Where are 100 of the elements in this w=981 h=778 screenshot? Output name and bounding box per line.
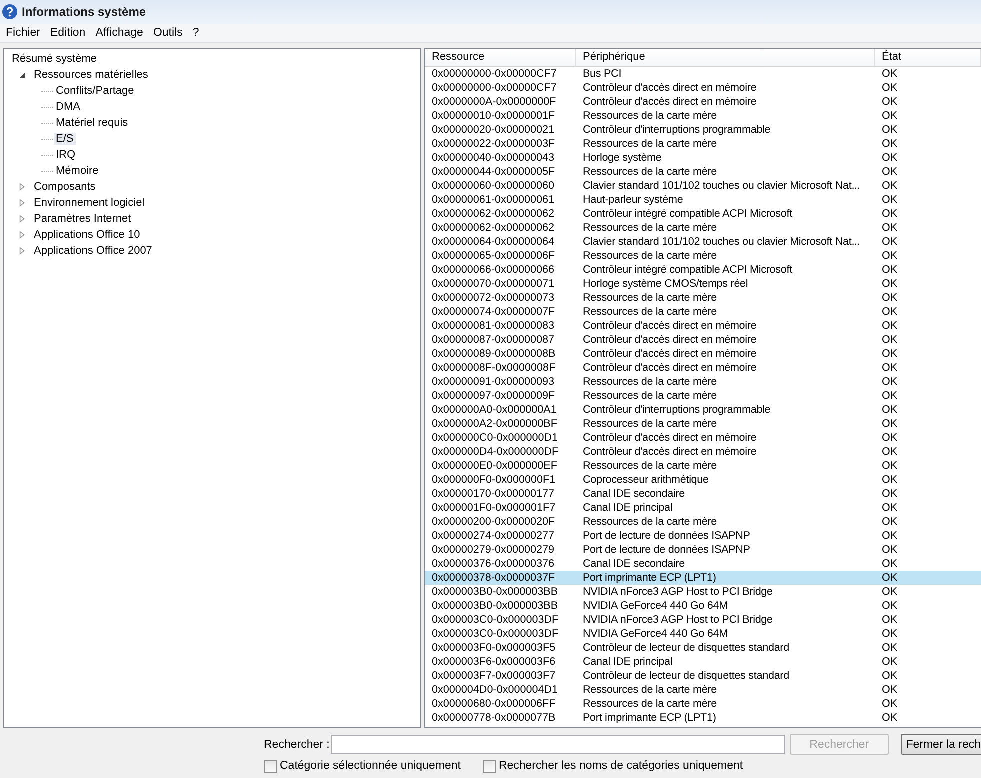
table-row[interactable]: 0x000003B0-0x000003BB NVIDIA GeForce4 440 Go 64M OK <box>425 599 981 613</box>
table-row[interactable]: 0x000000A0-0x000000A1 Contrôleur d'interruptions programmable OK <box>425 403 981 417</box>
column-header[interactable]: Périphérique <box>576 49 875 66</box>
table-cell-text: Contrôleur de lecteur de disquettes standard <box>582 669 790 683</box>
table-row[interactable]: 0x00000020-0x00000021 Contrôleur d'interruptions programmable OK <box>425 123 981 137</box>
table-row[interactable]: 0x000003F0-0x000003F5 Contrôleur de lecteur de disquettes standard OK <box>425 641 981 655</box>
table-cell-text: OK <box>881 459 899 473</box>
table-cell-text: 0x00000200-0x0000020F <box>431 515 556 529</box>
table-row[interactable]: 0x00000087-0x00000087 Contrôleur d'accès direct en mémoire OK <box>425 333 981 347</box>
table-row[interactable]: 0x000000E0-0x000000EF Ressources de la carte mère OK <box>425 459 981 473</box>
table-row[interactable]: 0x00000070-0x00000071 Horloge système CMOS/temps réel OK <box>425 277 981 291</box>
table-row[interactable]: 0x000003B0-0x000003BB NVIDIA nForce3 AGP Host to PCI Bridge OK <box>425 585 981 599</box>
table-row[interactable]: 0x00000376-0x00000376 Canal IDE secondaire OK <box>425 557 981 571</box>
table-row[interactable]: 0x000000C0-0x000000D1 Contrôleur d'accès direct en mémoire OK <box>425 431 981 445</box>
table-cell-text: 0x00000378-0x0000037F <box>431 571 556 585</box>
table-cell-text: Horloge système CMOS/temps réel <box>582 277 750 291</box>
table-row[interactable]: 0x000003F7-0x000003F7 Contrôleur de lecteur de disquettes standard OK <box>425 669 981 683</box>
table-row[interactable]: 0x00000081-0x00000083 Contrôleur d'accès direct en mémoire OK <box>425 319 981 333</box>
table-row[interactable]: 0x00000778-0x0000077B Port imprimante ECP (LPT1) OK <box>425 711 981 725</box>
tree-item[interactable]: Mémoire <box>54 165 101 177</box>
table-cell-text: Contrôleur d'accès direct en mémoire <box>582 95 758 109</box>
table-row[interactable]: 0x000001F0-0x000001F7 Canal IDE principal OK <box>425 501 981 515</box>
table-row[interactable]: 0x00000000-0x00000CF7 Contrôleur d'accès direct en mémoire OK <box>425 81 981 95</box>
menu-item[interactable]: Affichage <box>92 27 148 39</box>
table-cell-text: Ressources de la carte mère <box>582 305 718 319</box>
table-row[interactable]: 0x00000062-0x00000062 Ressources de la carte mère OK <box>425 221 981 235</box>
close-search-button[interactable]: Fermer la rech <box>901 734 981 755</box>
table-row[interactable]: 0x00000378-0x0000037F Port imprimante ECP (LPT1) OK <box>425 571 981 585</box>
table-row[interactable]: 0x00000000-0x00000CF7 Bus PCI OK <box>425 67 981 81</box>
table-cell-text: NVIDIA GeForce4 440 Go 64M <box>582 599 729 613</box>
table-cell-text: OK <box>881 655 899 669</box>
table-cell-text: Ressources de la carte mère <box>582 515 718 529</box>
tree-item[interactable]: DMA <box>54 101 82 113</box>
table-cell-text: OK <box>881 277 899 291</box>
table-row[interactable]: 0x00000062-0x00000062 Contrôleur intégré compatible ACPI Microsoft OK <box>425 207 981 221</box>
table-row[interactable]: 0x000004D0-0x000004D1 Ressources de la carte mère OK <box>425 683 981 697</box>
table-row[interactable]: 0x00000089-0x0000008B Contrôleur d'accès direct en mémoire OK <box>425 347 981 361</box>
tree-item[interactable]: Matériel requis <box>54 117 130 129</box>
search-field[interactable] <box>331 735 785 754</box>
table-cell-text: Contrôleur d'accès direct en mémoire <box>582 445 758 459</box>
tree-item[interactable]: E/S <box>54 133 76 145</box>
table-cell-text: 0x00000170-0x00000177 <box>431 487 556 501</box>
table-cell-text: 0x00000000-0x00000CF7 <box>431 67 558 81</box>
tree-item[interactable]: Conflits/Partage <box>54 85 136 97</box>
menu-item[interactable]: ? <box>188 27 204 39</box>
table-row[interactable]: 0x00000060-0x00000060 Clavier standard 101/102 touches ou clavier Microsoft Nat... OK <box>425 179 981 193</box>
tree-item[interactable]: Composants <box>32 181 98 193</box>
table-cell-text: Contrôleur d'accès direct en mémoire <box>582 81 758 95</box>
table-row[interactable]: 0x000003C0-0x000003DF NVIDIA nForce3 AGP Host to PCI Bridge OK <box>425 613 981 627</box>
table-row[interactable]: 0x00000170-0x00000177 Canal IDE secondaire OK <box>425 487 981 501</box>
table-row[interactable]: 0x00000010-0x0000001F Ressources de la carte mère OK <box>425 109 981 123</box>
table-row[interactable]: 0x00000279-0x00000279 Port de lecture de données ISAPNP OK <box>425 543 981 557</box>
column-header[interactable]: Ressource <box>425 49 576 66</box>
table-row[interactable]: 0x00000274-0x00000277 Port de lecture de données ISAPNP OK <box>425 529 981 543</box>
table-cell-text: 0x00000066-0x00000066 <box>431 263 556 277</box>
table-cell-text: OK <box>881 291 899 305</box>
table-cell-text: OK <box>881 627 899 641</box>
table-row[interactable]: 0x00000064-0x00000064 Clavier standard 101/102 touches ou clavier Microsoft Nat... OK <box>425 235 981 249</box>
table-row[interactable]: 0x00000065-0x0000006F Ressources de la carte mère OK <box>425 249 981 263</box>
table-cell-text: Contrôleur d'accès direct en mémoire <box>582 347 758 361</box>
table-cell-text: OK <box>881 711 899 725</box>
menu-item[interactable]: Fichier <box>2 27 45 39</box>
table-row[interactable]: 0x00000200-0x0000020F Ressources de la carte mère OK <box>425 515 981 529</box>
table-row[interactable]: 0x00000074-0x0000007F Ressources de la carte mère OK <box>425 305 981 319</box>
tree-item[interactable]: Ressources matérielles <box>32 69 150 81</box>
table-row[interactable]: 0x00000072-0x00000073 Ressources de la carte mère OK <box>425 291 981 305</box>
table-cell-text: NVIDIA nForce3 AGP Host to PCI Bridge <box>582 585 774 599</box>
table-row[interactable]: 0x0000000A-0x0000000F Contrôleur d'accès direct en mémoire OK <box>425 95 981 109</box>
checkbox[interactable] <box>264 760 277 772</box>
checkbox[interactable] <box>482 760 496 772</box>
table-row[interactable]: 0x00000044-0x0000005F Ressources de la carte mère OK <box>425 165 981 179</box>
table-row[interactable]: 0x00000091-0x00000093 Ressources de la carte mère OK <box>425 375 981 389</box>
table-cell-text: Canal IDE principal <box>582 501 674 515</box>
tree-item[interactable]: Environnement logiciel <box>32 197 147 209</box>
table-row[interactable]: 0x00000022-0x0000003F Ressources de la carte mère OK <box>425 137 981 151</box>
menu-item[interactable]: Edition <box>46 27 90 39</box>
table-row[interactable]: 0x000003C0-0x000003DF NVIDIA GeForce4 440 Go 64M OK <box>425 627 981 641</box>
table-row[interactable]: 0x000000D4-0x000000DF Contrôleur d'accès direct en mémoire OK <box>425 445 981 459</box>
table-cell-text: 0x00000081-0x00000083 <box>431 319 556 333</box>
table-cell-text: Contrôleur intégré compatible ACPI Microsoft <box>582 207 794 221</box>
tree-item[interactable]: IRQ <box>54 149 78 161</box>
table-cell-text: OK <box>881 207 899 221</box>
tree-item[interactable]: Applications Office 10 <box>32 229 142 241</box>
table-row[interactable]: 0x00000061-0x00000061 Haut-parleur système OK <box>425 193 981 207</box>
menu-item[interactable]: Outils <box>149 27 187 39</box>
table-row[interactable]: 0x000003F6-0x000003F6 Canal IDE principal OK <box>425 655 981 669</box>
table-row[interactable]: 0x00000680-0x000006FF Ressources de la carte mère OK <box>425 697 981 711</box>
table-cell-text: Port imprimante ECP (LPT1) <box>582 571 718 585</box>
table-row[interactable]: 0x000000A2-0x000000BF Ressources de la carte mère OK <box>425 417 981 431</box>
tree-item[interactable]: Applications Office 2007 <box>32 245 154 257</box>
table-row[interactable]: 0x00000097-0x0000009F Ressources de la carte mère OK <box>425 389 981 403</box>
tree-item[interactable]: Paramètres Internet <box>32 213 134 225</box>
table-row[interactable]: 0x000000F0-0x000000F1 Coprocesseur arithmétique OK <box>425 473 981 487</box>
table-row[interactable]: 0x00000066-0x00000066 Contrôleur intégré compatible ACPI Microsoft OK <box>425 263 981 277</box>
table-cell-text: 0x000000A2-0x000000BF <box>431 417 558 431</box>
tree-item[interactable]: Résumé système <box>10 53 99 65</box>
table-row[interactable]: 0x00000040-0x00000043 Horloge système OK <box>425 151 981 165</box>
column-header[interactable]: État <box>875 49 981 66</box>
table-row[interactable]: 0x0000008F-0x0000008F Contrôleur d'accès direct en mémoire OK <box>425 361 981 375</box>
table-cell-text: OK <box>881 249 899 263</box>
